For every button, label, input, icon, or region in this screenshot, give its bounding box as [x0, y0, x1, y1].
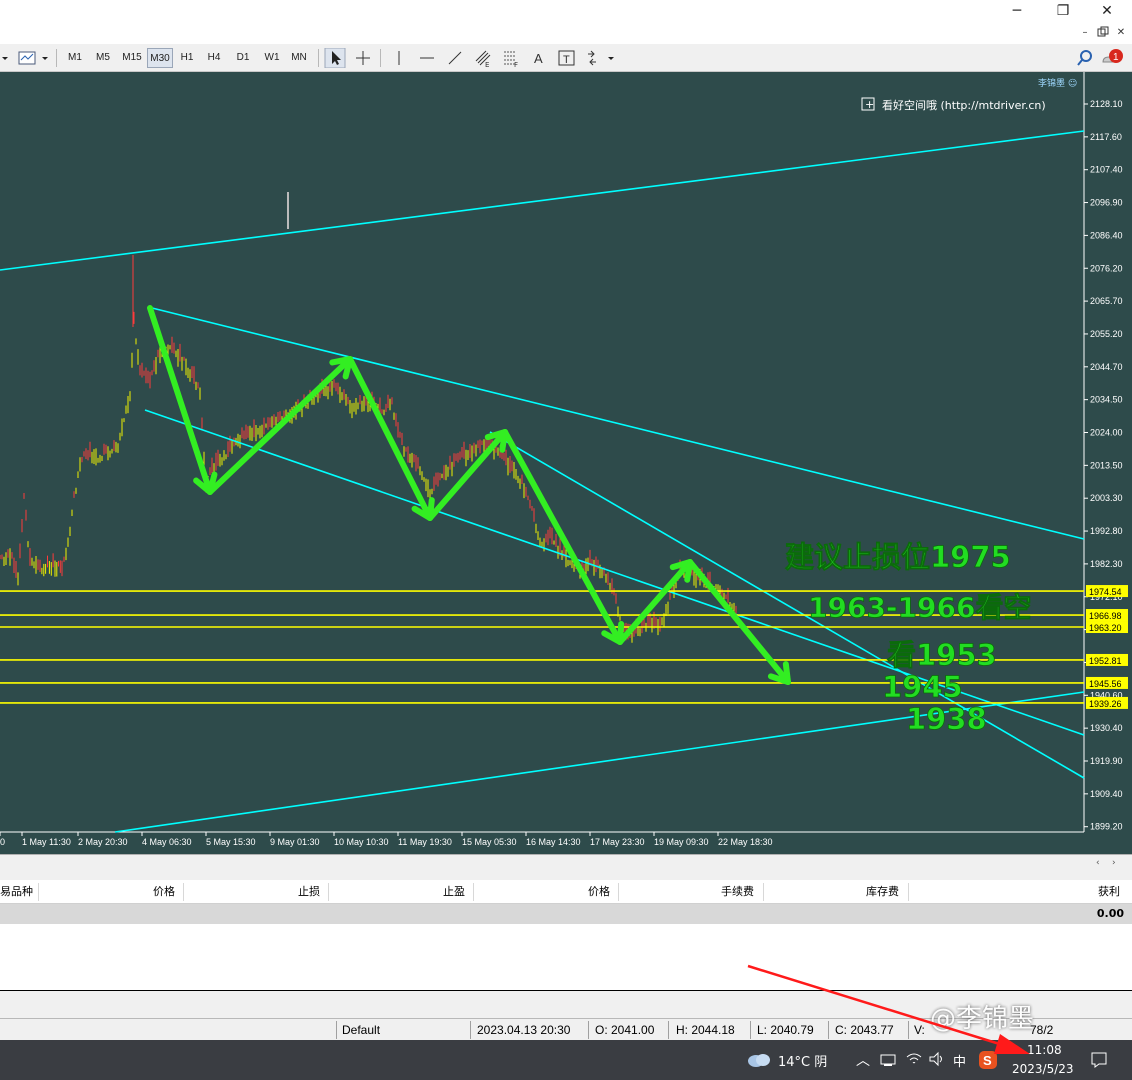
red-pointer-arrow: [747, 964, 1030, 1054]
